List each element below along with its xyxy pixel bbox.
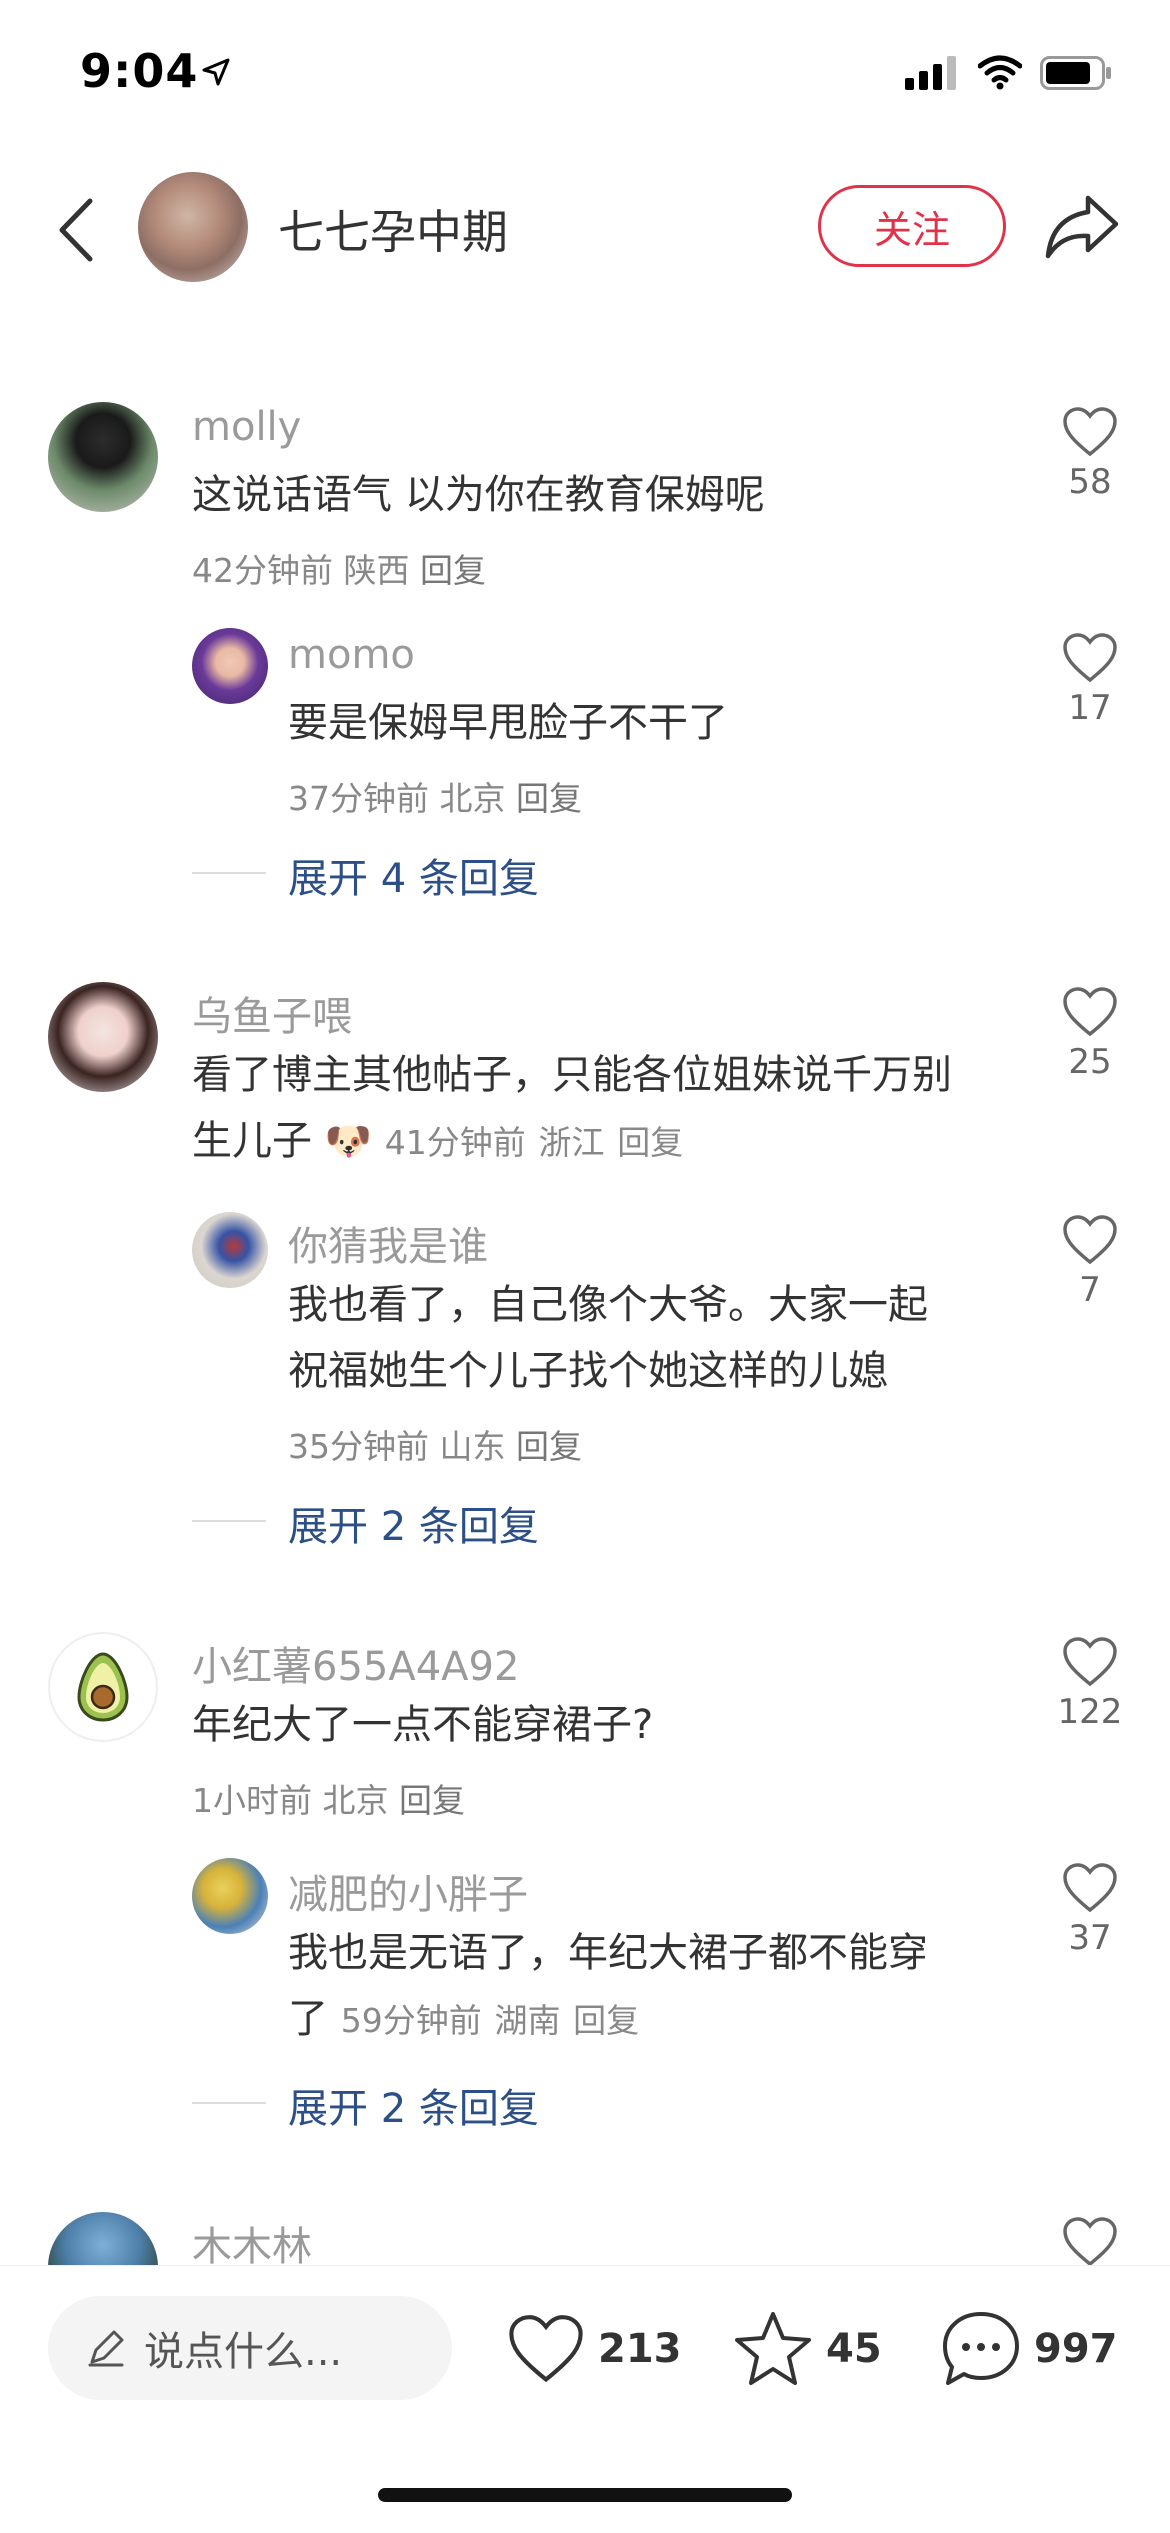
post-like-button[interactable]: 213: [506, 2306, 682, 2392]
reply-text: 要是保姆早甩脸子不干了: [288, 700, 728, 746]
comment-username[interactable]: molly: [192, 404, 301, 450]
avatar[interactable]: [48, 1632, 158, 1742]
comment-like-button[interactable]: 58: [1045, 406, 1135, 502]
comment-username[interactable]: 乌鱼子喂: [192, 984, 352, 1042]
heart-icon: [1063, 1215, 1117, 1265]
heart-icon: [1063, 987, 1117, 1037]
reply-link[interactable]: 回复: [573, 2001, 639, 2040]
reply-link[interactable]: 回复: [516, 779, 582, 818]
dog-emoji-icon: 🐶: [324, 1119, 373, 1163]
comment-location: 陕西: [343, 551, 410, 590]
reply-text: 我也看了，自己像个大爷。大家一起 祝福她生个儿子找个她这样的儿媳: [288, 1272, 928, 1404]
divider: [192, 872, 266, 874]
status-time: 9:04: [80, 44, 199, 98]
reply-location: 山东: [439, 1427, 506, 1466]
comment-like-button[interactable]: 25: [1045, 986, 1135, 1082]
comment-text-line: 生儿子: [192, 1118, 312, 1164]
post-comment-count: 997: [1034, 2326, 1118, 2372]
comment-time: 41分钟前: [384, 1123, 526, 1162]
avatar[interactable]: [48, 982, 158, 1092]
location-arrow-icon: [202, 58, 230, 86]
back-arrow-icon[interactable]: [52, 195, 100, 265]
avatar[interactable]: [192, 1858, 268, 1934]
follow-button[interactable]: 关注: [818, 185, 1006, 267]
reply-time: 37分钟前: [288, 779, 429, 818]
reply-link[interactable]: 回复: [420, 551, 486, 590]
reply-text: 我也是无语了，年纪大裙子都不能穿 了 59分钟前 湖南 回复: [288, 1920, 928, 2054]
post-like-count: 213: [598, 2326, 682, 2372]
reply-meta: 35分钟前 山东 回复: [288, 1420, 582, 1468]
expand-replies-link[interactable]: 展开 2 条回复: [288, 1494, 539, 1552]
reply-location: 北京: [439, 779, 506, 818]
expand-replies-link[interactable]: 展开 2 条回复: [288, 2076, 539, 2134]
reply-location: 湖南: [494, 2001, 561, 2040]
comment-time: 42分钟前: [192, 551, 333, 590]
home-indicator: [378, 2488, 792, 2502]
comment-text: 这说话语气 以为你在教育保姆呢: [192, 472, 765, 518]
like-count: 122: [1057, 1692, 1123, 1732]
reply-meta: 37分钟前 北京 回复: [288, 772, 582, 820]
heart-icon: [1063, 407, 1117, 457]
author-avatar[interactable]: [138, 172, 248, 282]
reply-username[interactable]: 减肥的小胖子: [288, 1862, 528, 1920]
star-icon: [735, 2312, 811, 2385]
wifi-icon: [978, 55, 1022, 90]
share-icon[interactable]: [1044, 194, 1120, 260]
avatar[interactable]: [192, 628, 268, 704]
reply-username[interactable]: 你猜我是谁: [288, 1214, 488, 1272]
like-count: 58: [1068, 462, 1112, 502]
reply-time: 35分钟前: [288, 1427, 429, 1466]
comment-meta: 42分钟前 陕西 回复: [192, 544, 486, 592]
avocado-icon: [77, 1652, 129, 1722]
reply-time: 59分钟前: [340, 2001, 482, 2040]
comment-time: 1小时前: [192, 1781, 312, 1820]
heart-icon: [1063, 1863, 1117, 1913]
reply-link[interactable]: 回复: [399, 1781, 465, 1820]
like-count: 7: [1079, 1270, 1101, 1310]
comment-text: 年纪大了一点不能穿裙子?: [192, 1702, 654, 1748]
post-comment-button[interactable]: 997: [940, 2306, 1118, 2392]
reply-like-button[interactable]: 37: [1045, 1862, 1135, 1958]
comment-like-button[interactable]: 122: [1045, 1636, 1135, 1732]
expand-replies-link[interactable]: 展开 4 条回复: [288, 846, 539, 904]
comment-text: 看了博主其他帖子，只能各位姐妹说千万别 生儿子 🐶 41分钟前 浙江 回复: [192, 1042, 952, 1176]
reply-text-line: 了: [288, 1996, 328, 2042]
heart-icon: [1063, 633, 1117, 683]
divider: [192, 2102, 266, 2104]
heart-icon: [1063, 1637, 1117, 1687]
cellular-signal-icon: [905, 56, 956, 90]
comment-location: 北京: [322, 1781, 389, 1820]
reply-username[interactable]: momo: [288, 632, 415, 678]
reply-like-button[interactable]: 7: [1045, 1214, 1135, 1310]
comment-username[interactable]: 小红薯655A4A92: [192, 1634, 519, 1692]
divider: [192, 1520, 266, 1522]
comment-username[interactable]: 木木林: [192, 2214, 312, 2272]
reply-text-line: 我也看了，自己像个大爷。大家一起: [288, 1282, 928, 1328]
like-count: 25: [1068, 1042, 1112, 1082]
comment-text-line: 看了博主其他帖子，只能各位姐妹说千万别: [192, 1052, 952, 1098]
avatar[interactable]: [48, 402, 158, 512]
reply-like-button[interactable]: 17: [1045, 632, 1135, 728]
input-placeholder: 说点什么...: [144, 2329, 343, 2375]
comment-input[interactable]: 说点什么...: [48, 2296, 452, 2400]
comment-like-button[interactable]: [1045, 2216, 1135, 2268]
avatar[interactable]: [192, 1212, 268, 1288]
reply-text-line: 祝福她生个儿子找个她这样的儿媳: [288, 1348, 888, 1394]
battery-icon: [1040, 56, 1111, 90]
author-name[interactable]: 七七孕中期: [278, 196, 508, 262]
comment-meta: 1小时前 北京 回复: [192, 1774, 465, 1822]
comment-location: 浙江: [538, 1123, 605, 1162]
reply-text-line: 我也是无语了，年纪大裙子都不能穿: [288, 1930, 928, 1976]
like-count: 37: [1068, 1918, 1112, 1958]
like-count: 17: [1068, 688, 1112, 728]
pencil-icon: [88, 2330, 124, 2367]
reply-link[interactable]: 回复: [516, 1427, 582, 1466]
heart-icon: [509, 2315, 583, 2383]
post-favorite-count: 45: [826, 2326, 882, 2372]
reply-link[interactable]: 回复: [617, 1123, 683, 1162]
post-favorite-button[interactable]: 45: [732, 2306, 882, 2392]
heart-icon: [1063, 2217, 1117, 2267]
comment-bubble-icon: [943, 2312, 1019, 2385]
